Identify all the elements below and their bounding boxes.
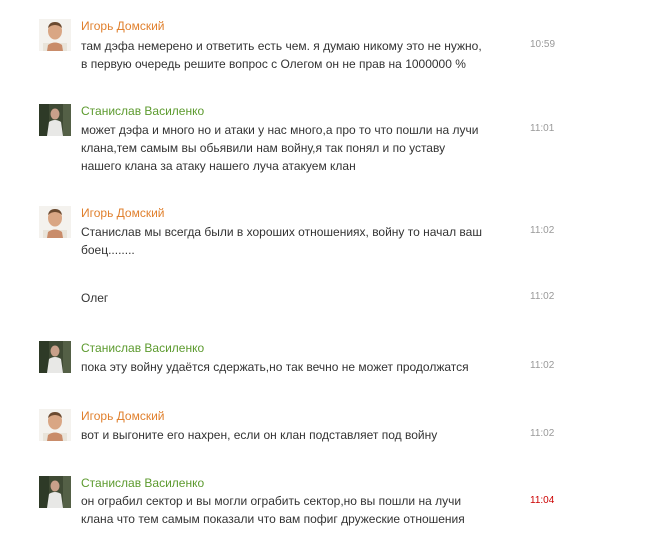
message-line: клана что тем самым показали что вам поф… — [81, 512, 465, 526]
message-author[interactable]: Игорь Домский — [81, 409, 165, 423]
avatar[interactable] — [39, 476, 71, 508]
avatar-photo-icon — [39, 206, 71, 238]
avatar-photo-icon — [39, 409, 71, 441]
avatar[interactable] — [39, 341, 71, 373]
avatar[interactable] — [39, 206, 71, 238]
chat-history: Игорь Домский там дэфа немерено и ответи… — [0, 0, 658, 549]
message-time: 11:02 — [530, 428, 555, 439]
message-author[interactable]: Игорь Домский — [81, 19, 165, 33]
message-text: может дэфа и много но и атаки у нас мног… — [81, 121, 501, 175]
message-time: 11:01 — [530, 123, 555, 134]
message-text: там дэфа немерено и ответить есть чем. я… — [81, 37, 501, 73]
message-line: Станислав мы всегда были в хороших отнош… — [81, 225, 482, 239]
message-line: клана,тем самым вы обьявили нам войну,я … — [81, 141, 446, 155]
message-author[interactable]: Станислав Василенко — [81, 104, 204, 118]
message-author[interactable]: Станислав Василенко — [81, 476, 204, 490]
avatar-photo-icon — [39, 476, 71, 508]
message-line: там дэфа немерено и ответить есть чем. я… — [81, 39, 482, 53]
message-text: Олег — [81, 289, 501, 307]
avatar[interactable] — [39, 19, 71, 51]
message-line: в первую очередь решите вопрос с Олегом … — [81, 57, 466, 71]
message-text: Станислав мы всегда были в хороших отнош… — [81, 223, 501, 259]
avatar[interactable] — [39, 104, 71, 136]
avatar-photo-icon — [39, 19, 71, 51]
message-time: 10:59 — [530, 39, 556, 50]
avatar-photo-icon — [39, 341, 71, 373]
message-text: вот и выгоните его нахрен, если он клан … — [81, 426, 501, 444]
message-line: нашего клана за атаку нашего луча атакуе… — [81, 159, 356, 173]
message-time: 11:04 — [530, 495, 555, 506]
avatar[interactable] — [39, 409, 71, 441]
message-author[interactable]: Станислав Василенко — [81, 341, 204, 355]
message-line: может дэфа и много но и атаки у нас мног… — [81, 123, 479, 137]
message-text: он ограбил сектор и вы могли ограбить се… — [81, 492, 501, 528]
message-line: пока эту войну удаётся сдержать,но так в… — [81, 360, 469, 374]
avatar-photo-icon — [39, 104, 71, 136]
message-time: 11:02 — [530, 291, 555, 302]
message-text: пока эту войну удаётся сдержать,но так в… — [81, 358, 501, 376]
message-line: боец........ — [81, 243, 135, 257]
message-line: Олег — [81, 291, 109, 305]
message-line: вот и выгоните его нахрен, если он клан … — [81, 428, 438, 442]
message-author[interactable]: Игорь Домский — [81, 206, 165, 220]
message-time: 11:02 — [530, 225, 555, 236]
message-time: 11:02 — [530, 360, 555, 371]
message-line: он ограбил сектор и вы могли ограбить се… — [81, 494, 462, 508]
